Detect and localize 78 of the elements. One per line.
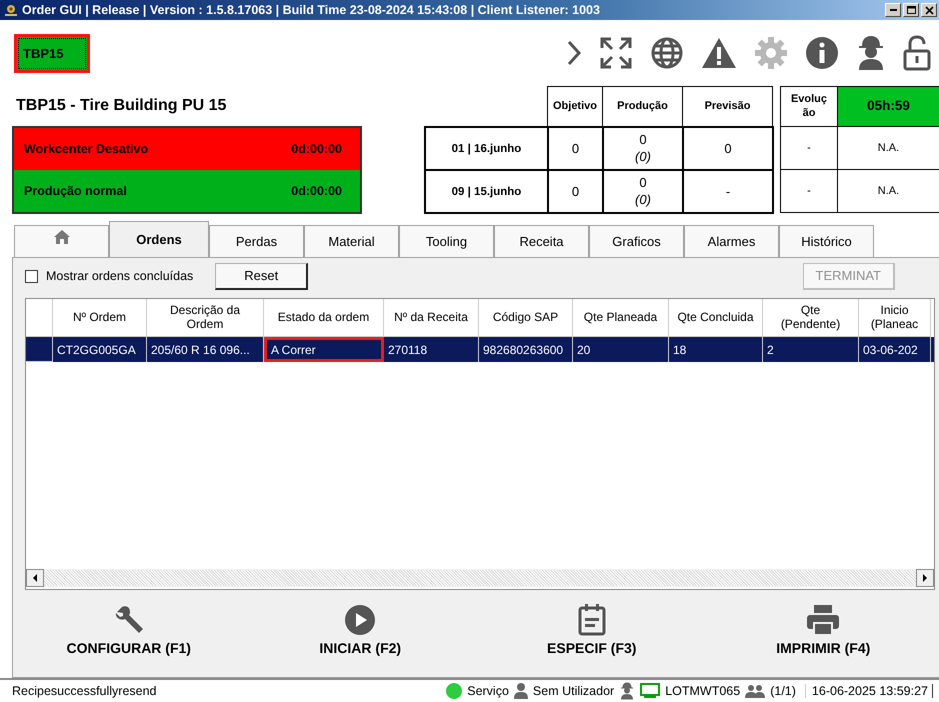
table-cell: 0 [639,132,647,148]
reset-button[interactable]: Reset [215,262,308,290]
table-cell: 2 [763,337,859,362]
minimize-icon [890,9,896,11]
app-logo-icon [4,3,18,17]
table-cell: 270118 [384,337,479,362]
scroll-left-button[interactable] [26,569,44,587]
worker-icon [619,682,636,700]
action-button[interactable]: INICIAR (F2) [313,602,408,658]
table-cell: (0) [635,148,651,166]
table-cell: (0) [635,192,651,208]
status-label: Workcenter Desativo [24,142,148,156]
checkbox-label[interactable]: Mostrar ordens concluídas [46,269,194,283]
table-cell: 0 [682,126,774,171]
info-icon[interactable] [805,36,839,70]
window-title: Order GUI | Release | Version : 1.5.8.17063 | Build Time 23-08-2024 15:43:08 | Client Listener: 1003 [22,3,601,17]
user-label: Sem Utilizador [532,684,614,698]
checkbox[interactable] [25,270,38,282]
maximize-icon [906,6,916,14]
table-cell: CT2GG005GA [53,337,147,362]
column-header: Objetivo [547,86,603,127]
tab[interactable]: Tooling [399,225,494,257]
station-title: TBP15 - Tire Building PU 15 [15,96,228,116]
evolution-time: 05h:59 [837,86,939,127]
table-cell: 205/60 R 16 096... [147,337,264,362]
close-button[interactable] [921,3,937,17]
tab[interactable]: Material [304,225,399,257]
column-header[interactable]: Estado da ordem [264,299,384,337]
tab[interactable]: Histórico [779,225,874,257]
close-icon [924,6,934,14]
table-cell: 18 [669,337,763,362]
table-cell: 03-06-202 [859,337,931,362]
table-cell: - [780,169,838,213]
row-header-cell [26,337,53,362]
users-icon [745,684,766,698]
monitor-icon [640,683,660,699]
table-cell: 0 [639,174,647,192]
action-button[interactable]: CONFIGURAR (F1) [60,602,197,658]
home-icon [54,230,70,244]
shift-label: 01 | 16.junho [424,126,549,171]
table-cell: 20 [573,337,669,362]
station-badge[interactable]: TBP15 [14,34,90,72]
tab[interactable]: Perdas [209,225,304,257]
order-row[interactable]: CT2GG005GA 205/60 R 16 096... A Correr 270118 982680263600 20 18 2 03-06-202 [26,337,934,362]
status-message: Recipesuccessfullyresend [12,684,157,698]
horizontal-scrollbar[interactable] [26,569,934,587]
globe-icon[interactable] [650,36,684,70]
tab[interactable]: Ordens [109,221,209,257]
table-cell: 982680263600 [479,337,573,362]
status-label: Produção normal [24,184,127,198]
worker-icon[interactable] [856,35,886,71]
warning-icon[interactable] [701,37,737,69]
user-icon [514,683,528,699]
printer-icon [806,604,840,636]
action-button[interactable]: ESPECIF (F3) [541,602,642,658]
home-tab[interactable] [14,225,109,257]
minimize-button[interactable] [885,3,901,17]
expand-icon[interactable] [599,36,633,70]
tab[interactable]: Alarmes [684,225,779,257]
lock-icon[interactable] [903,35,931,71]
calendar-icon [578,604,606,636]
session-count: (1/1) [770,684,796,698]
play-icon [344,604,376,636]
station-label: LOTMWT065 [665,684,740,698]
service-label: Serviço [467,684,509,698]
chevron-right-icon[interactable] [566,40,582,66]
shift-label: 09 | 15.junho [424,169,549,214]
table-cell: A Correr [264,337,384,362]
maximize-button[interactable] [903,3,919,17]
status-duration: 0d:00:00 [291,184,342,198]
action-button[interactable]: IMPRIMIR (F4) [770,602,876,658]
table-cell: - [682,169,774,214]
status-duration: 0d:00:00 [291,142,342,156]
tab[interactable]: Receita [494,225,589,257]
status-datetime: 16-06-2025 13:59:27 [804,684,933,698]
column-header: Previsão [682,86,773,127]
scroll-right-button[interactable] [916,569,934,587]
tab[interactable]: Graficos [589,225,684,257]
